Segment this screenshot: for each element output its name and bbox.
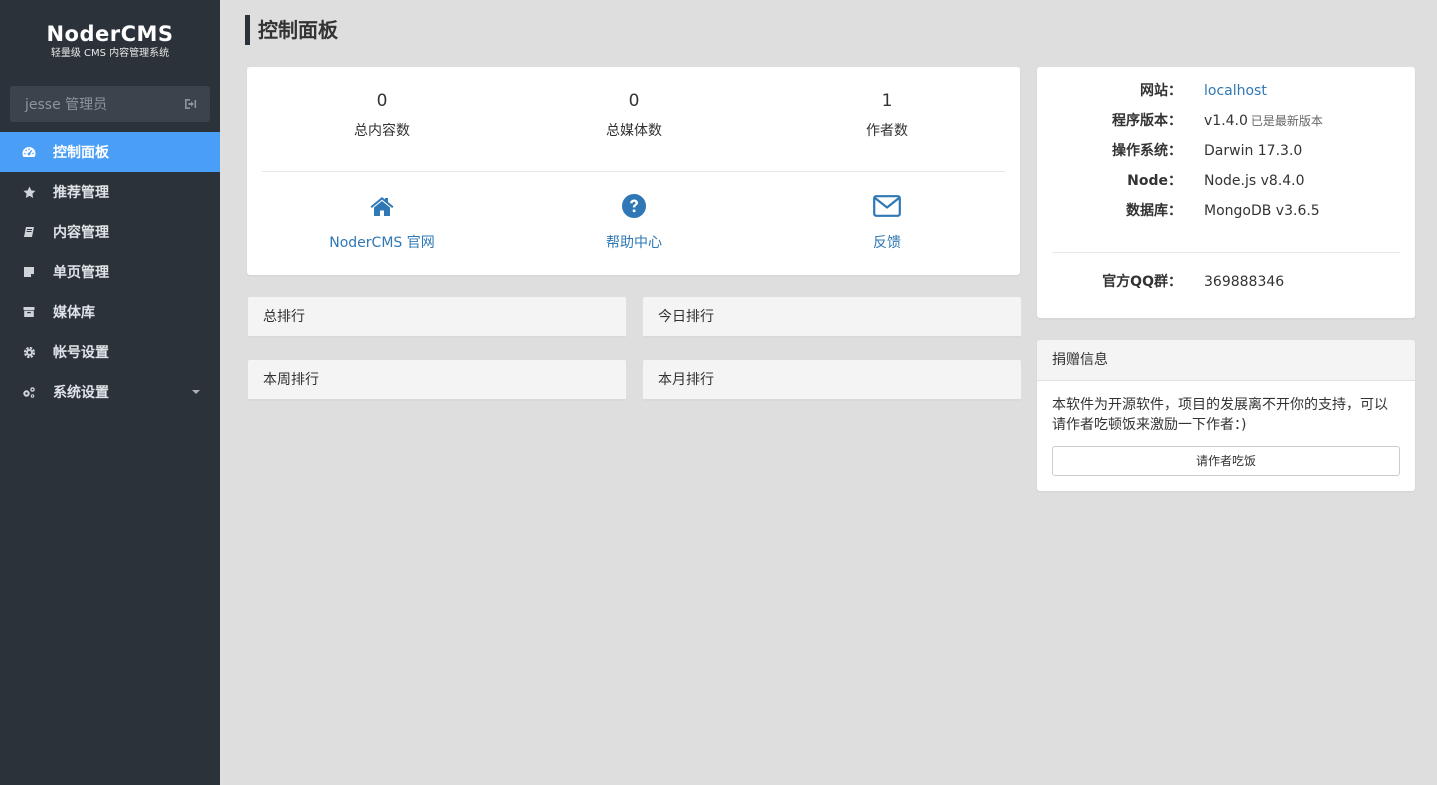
link-label: 帮助中心 <box>606 235 662 251</box>
sidebar-item-label: 单页管理 <box>53 265 109 281</box>
info-key: Node： <box>1127 173 1182 189</box>
info-row-database: 数据库： MongoDB v3.6.5 <box>1037 201 1415 221</box>
stat-value: 0 <box>628 91 640 111</box>
gear-icon <box>22 345 36 359</box>
donate-button[interactable]: 请作者吃饭 <box>1052 446 1400 476</box>
sidebar-item-label: 媒体库 <box>53 305 95 321</box>
donate-title: 捐赠信息 <box>1037 340 1415 381</box>
info-key: 数据库： <box>1126 203 1182 219</box>
info-value: localhost <box>1204 81 1267 101</box>
stat-total-media: 0 总媒体数 <box>534 91 734 140</box>
sidebar-item-content[interactable]: 内容管理 <box>0 212 220 252</box>
link-label: 反馈 <box>873 235 901 251</box>
logout-icon[interactable] <box>184 97 198 111</box>
sidebar-nav: 控制面板 推荐管理 内容管理 单页管理 媒体库 帐号设置 系统设置 <box>0 132 220 412</box>
info-value: Darwin 17.3.0 <box>1204 143 1303 159</box>
site-link[interactable]: localhost <box>1204 83 1267 99</box>
stat-label: 总内容数 <box>354 123 410 139</box>
user-name: jesse 管理员 <box>25 97 108 113</box>
question-circle-icon <box>534 193 734 219</box>
sidebar-item-recommend[interactable]: 推荐管理 <box>0 172 220 212</box>
info-row-site: 网站： localhost <box>1037 81 1415 101</box>
star-icon <box>22 185 36 199</box>
brand: NoderCMS 轻量级 CMS 内容管理系统 <box>0 0 220 72</box>
brand-subtitle: 轻量级 CMS 内容管理系统 <box>50 48 170 59</box>
ranking-today: 今日排行 <box>643 297 1021 338</box>
stat-label: 总媒体数 <box>606 123 662 139</box>
sidebar-item-account[interactable]: 帐号设置 <box>0 332 220 372</box>
divider <box>1052 252 1400 253</box>
sidebar-item-label: 内容管理 <box>53 225 109 241</box>
info-value: 369888346 <box>1204 274 1285 290</box>
stat-label: 作者数 <box>866 123 908 139</box>
sidebar-item-dashboard[interactable]: 控制面板 <box>0 132 220 172</box>
link-feedback[interactable]: 反馈 <box>787 193 987 252</box>
home-icon <box>282 193 482 219</box>
ranking-total: 总排行 <box>248 297 626 338</box>
donate-panel: 捐赠信息 本软件为开源软件，项目的发展离不开你的支持，可以请作者吃顿饭来激励一下… <box>1037 340 1415 491</box>
version-note: 已是最新版本 <box>1250 114 1323 128</box>
sticky-note-icon <box>22 265 36 279</box>
info-value: Node.js v8.4.0 <box>1204 173 1305 189</box>
chevron-down-icon <box>192 390 200 394</box>
archive-icon <box>22 305 36 319</box>
brand-title: NoderCMS <box>46 22 174 46</box>
sidebar: NoderCMS 轻量级 CMS 内容管理系统 jesse 管理员 控制面板 推… <box>0 0 220 785</box>
info-key: 网站： <box>1140 83 1182 99</box>
sidebar-item-pages[interactable]: 单页管理 <box>0 252 220 292</box>
info-row-os: 操作系统： Darwin 17.3.0 <box>1037 141 1415 161</box>
user-box: jesse 管理员 <box>10 86 210 122</box>
stat-value: 0 <box>376 91 388 111</box>
book-icon <box>22 225 36 239</box>
donate-text: 本软件为开源软件，项目的发展离不开你的支持，可以请作者吃顿饭来激励一下作者：) <box>1052 397 1388 433</box>
ranking-week: 本周排行 <box>248 360 626 401</box>
sidebar-item-system[interactable]: 系统设置 <box>0 372 220 412</box>
link-official-site[interactable]: NoderCMS 官网 <box>282 193 482 252</box>
sidebar-item-label: 帐号设置 <box>53 345 109 361</box>
stat-total-content: 0 总内容数 <box>282 91 482 140</box>
stat-value: 1 <box>881 91 893 111</box>
version-value: v1.4.0 <box>1204 113 1248 129</box>
info-key: 官方QQ群： <box>1102 274 1182 290</box>
info-row-version: 程序版本： v1.4.0 已是最新版本 <box>1037 111 1415 131</box>
info-key: 程序版本： <box>1112 113 1182 129</box>
info-row-qq: 官方QQ群： 369888346 <box>1037 272 1415 292</box>
sidebar-item-media[interactable]: 媒体库 <box>0 292 220 332</box>
info-key: 操作系统： <box>1112 143 1182 159</box>
info-row-node: Node： Node.js v8.4.0 <box>1037 171 1415 191</box>
dashboard-icon <box>22 145 36 159</box>
stats-panel: 0 总内容数 0 总媒体数 1 作者数 NoderCMS 官网 帮助中心 反馈 <box>247 67 1020 275</box>
sidebar-item-label: 控制面板 <box>53 145 109 161</box>
stat-authors: 1 作者数 <box>787 91 987 140</box>
divider <box>262 171 1005 172</box>
gears-icon <box>22 385 36 399</box>
ranking-month: 本月排行 <box>643 360 1021 401</box>
info-value: v1.4.0 已是最新版本 <box>1204 111 1323 131</box>
link-label: NoderCMS 官网 <box>329 235 435 251</box>
envelope-icon <box>787 193 987 219</box>
link-help-center[interactable]: 帮助中心 <box>534 193 734 252</box>
info-value: MongoDB v3.6.5 <box>1204 203 1320 219</box>
sidebar-item-label: 系统设置 <box>53 385 109 401</box>
system-info-panel: 网站： localhost 程序版本： v1.4.0 已是最新版本 操作系统： D… <box>1037 67 1415 318</box>
sidebar-item-label: 推荐管理 <box>53 185 109 201</box>
page-title: 控制面板 <box>245 15 338 45</box>
